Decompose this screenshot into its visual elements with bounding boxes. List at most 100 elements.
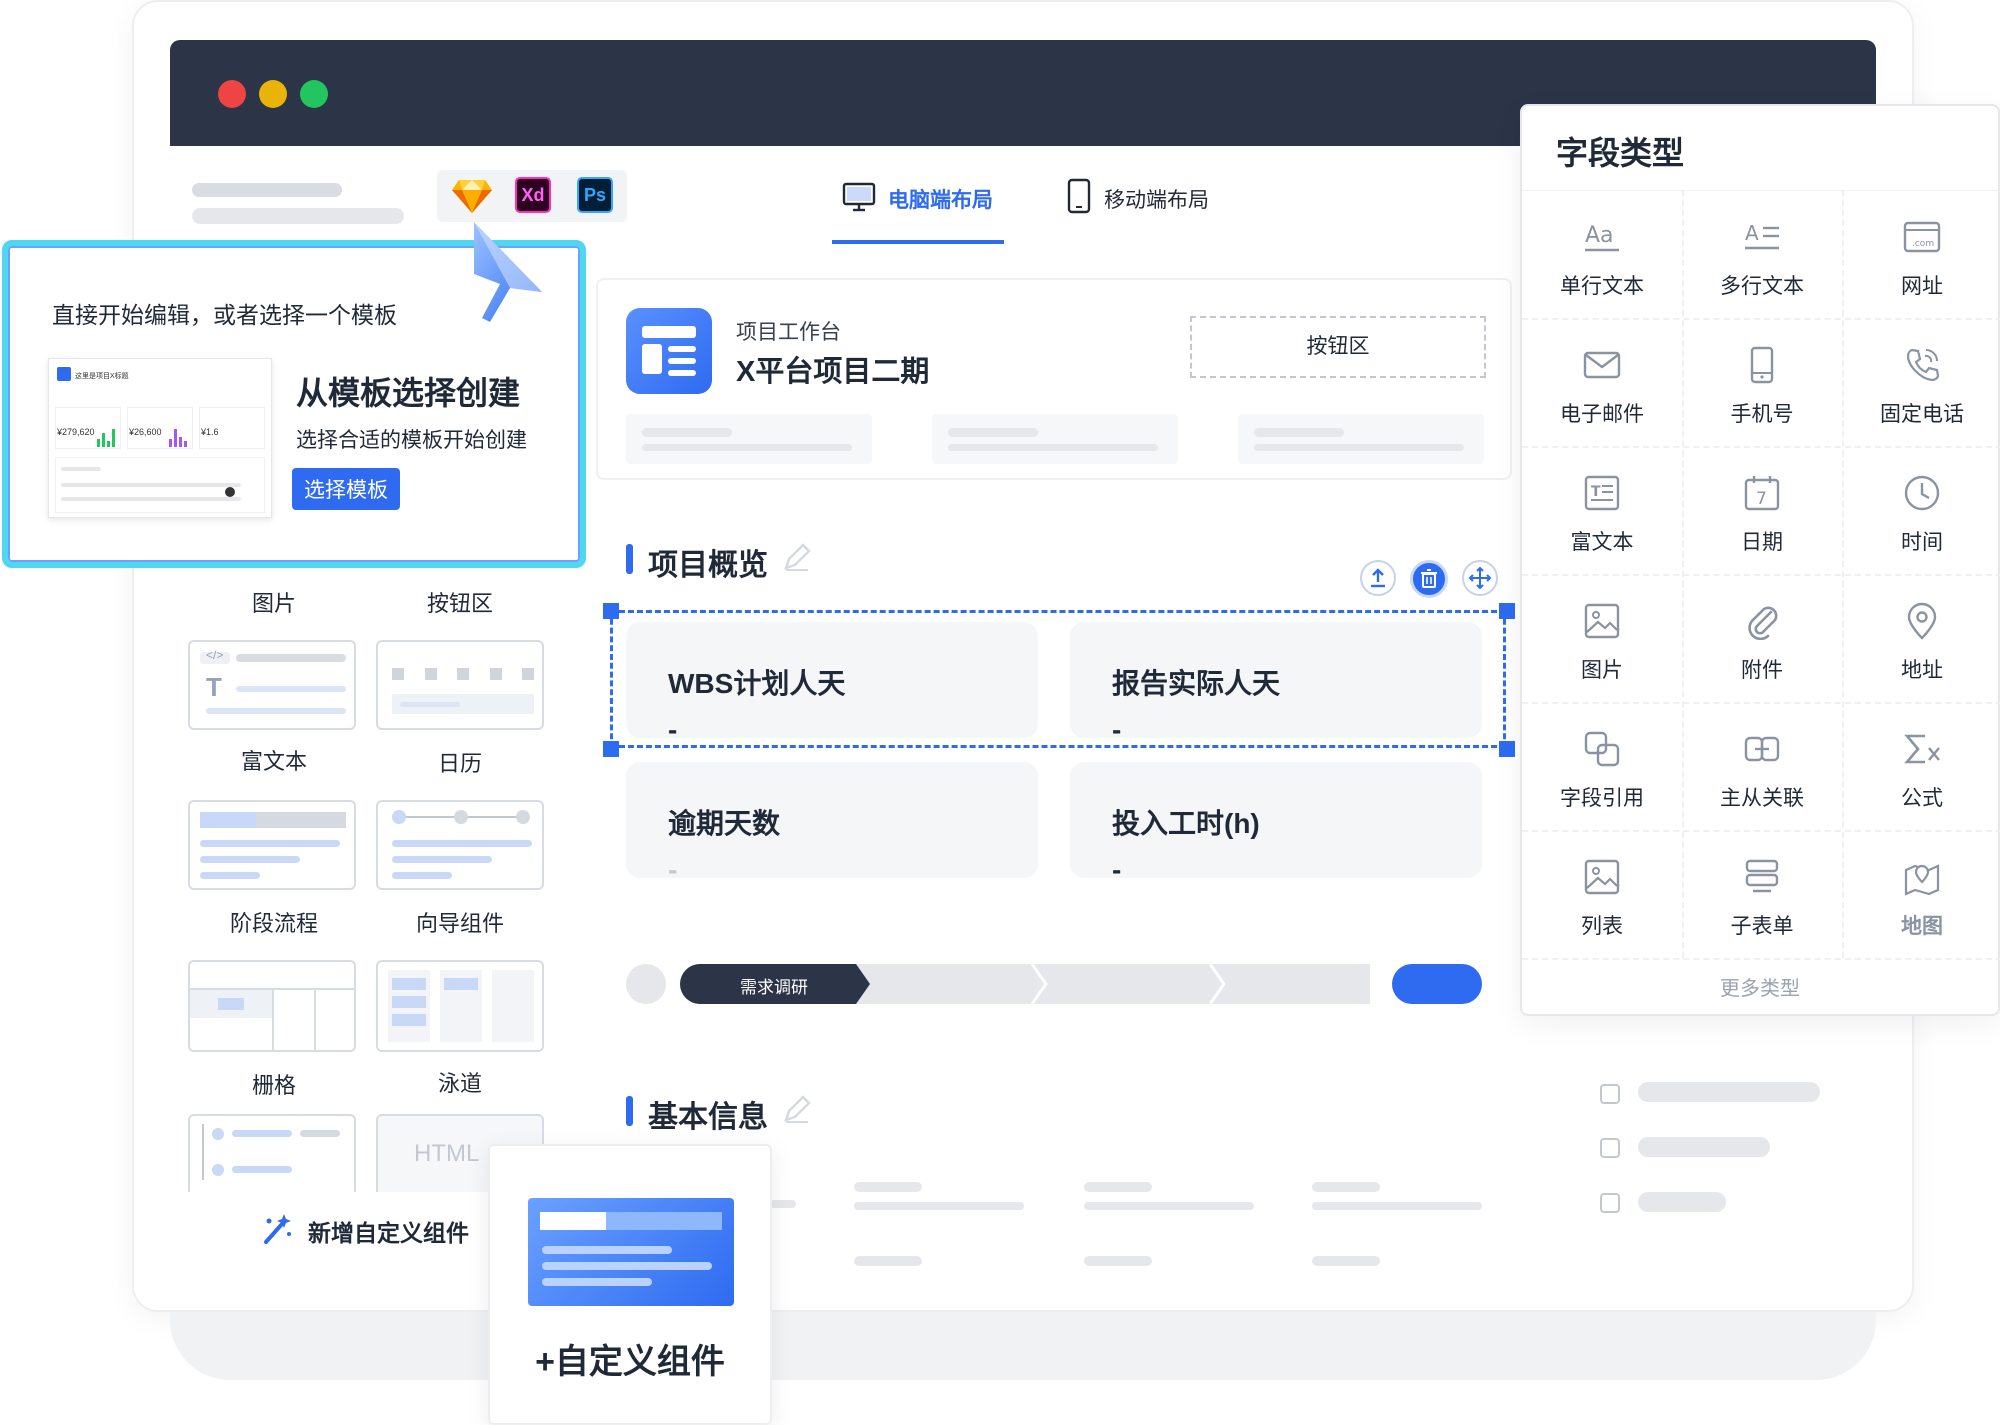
placeholder-bar (1312, 1202, 1482, 1210)
list-image-icon (1584, 859, 1620, 895)
tab-label: 电脑端布局 (888, 189, 993, 212)
stat-card[interactable]: WBS计划人天 - (626, 622, 1038, 745)
sketch-icon[interactable] (451, 178, 493, 214)
upload-icon-button[interactable] (1360, 560, 1396, 596)
svg-text:A: A (1745, 221, 1759, 245)
tab-label: 移动端布局 (1104, 189, 1209, 212)
map-icon (1904, 864, 1940, 896)
field-type-attachment[interactable]: 附件 (1682, 574, 1842, 702)
component-label-stage-flow: 阶段流程 (229, 911, 318, 936)
stat-card[interactable]: 投入工时(h) - (1070, 762, 1482, 885)
field-type-single-line[interactable]: Aa 单行文本 (1522, 190, 1682, 318)
component-richtext[interactable]: </> T (188, 640, 356, 730)
workspace-app-icon (626, 308, 712, 394)
trash-icon (1421, 569, 1437, 588)
field-types-panel: 字段类型 Aa 单行文本 A 多行文本 .com 网址 电子邮件 手机号 固定电话 T… (1520, 104, 2000, 1016)
move-icon-button[interactable] (1462, 560, 1498, 596)
field-types-title: 字段类型 (1556, 135, 1685, 171)
stat-value: - (1112, 714, 1122, 745)
resize-handle[interactable] (1499, 603, 1515, 619)
custom-component-card[interactable]: +自定义组件 (488, 1144, 772, 1425)
field-type-mobile[interactable]: 手机号 (1682, 318, 1842, 446)
tab-mobile-layout[interactable]: 移动端布局 (1060, 170, 1232, 244)
field-type-richtext[interactable]: T 富文本 (1522, 446, 1682, 574)
field-type-address[interactable]: 地址 (1842, 574, 2000, 702)
placeholder-bar (770, 1200, 796, 1208)
component-tree[interactable] (188, 1114, 356, 1192)
field-type-master-detail[interactable]: 主从关联 (1682, 702, 1842, 830)
url-icon: .com (1903, 221, 1941, 253)
close-dot[interactable] (218, 80, 246, 108)
button-area-placeholder[interactable]: 按钮区 (1190, 316, 1486, 378)
component-calendar[interactable] (376, 640, 544, 730)
field-type-url[interactable]: .com 网址 (1842, 190, 2000, 318)
placeholder-bar (1084, 1202, 1254, 1210)
tab-desktop-layout[interactable]: 电脑端布局 (832, 170, 1004, 244)
placeholder-bar (854, 1182, 922, 1192)
image-icon (1584, 603, 1620, 639)
checkbox[interactable] (1600, 1138, 1620, 1158)
magic-wand-icon (264, 1214, 291, 1244)
edit-icon[interactable] (782, 542, 812, 572)
field-type-formula[interactable]: 公式 (1842, 702, 2000, 830)
section-title-basic-info: 基本信息 (626, 1092, 811, 1136)
stat-card[interactable]: 逾期天数 - (626, 762, 1038, 885)
field-type-subform[interactable]: 子表单 (1682, 830, 1842, 958)
custom-component-preview (528, 1198, 734, 1306)
component-wizard[interactable] (376, 800, 544, 890)
field-type-email[interactable]: 电子邮件 (1522, 318, 1682, 446)
field-type-field-reference[interactable]: 字段引用 (1522, 702, 1682, 830)
workspace-header-card: 项目工作台 X平台项目二期 按钮区 (596, 278, 1512, 480)
component-label-grid: 栅格 (251, 1073, 296, 1098)
add-custom-label: 新增自定义组件 (308, 1220, 469, 1246)
choose-template-button[interactable]: 选择模板 (292, 468, 400, 510)
field-type-date[interactable]: 7 日期 (1682, 446, 1842, 574)
component-swimlane[interactable] (376, 960, 544, 1052)
placeholder-bar (1638, 1082, 1820, 1102)
placeholder-bar (1638, 1137, 1770, 1157)
template-subtitle: 选择合适的模板开始创建 (296, 429, 527, 452)
xd-icon[interactable]: Xd (515, 177, 551, 213)
stage-action-button[interactable] (1392, 964, 1482, 1004)
field-type-time[interactable]: 时间 (1842, 446, 2000, 574)
calendar-icon: 7 (1744, 476, 1780, 511)
stat-label: 逾期天数 (668, 808, 781, 839)
stat-value: - (668, 714, 678, 745)
maximize-dot[interactable] (300, 80, 328, 108)
resize-handle[interactable] (1499, 741, 1515, 757)
placeholder-bar (854, 1256, 922, 1266)
photoshop-icon[interactable]: Ps (577, 177, 613, 213)
checkbox[interactable] (1600, 1193, 1620, 1213)
phone-icon (1067, 178, 1091, 214)
resize-handle[interactable] (603, 741, 619, 757)
svg-text:7: 7 (1756, 489, 1767, 509)
placeholder-bar (1084, 1182, 1152, 1192)
field-type-multi-line[interactable]: A 多行文本 (1682, 190, 1842, 318)
component-label-swimlane: 泳道 (437, 1071, 482, 1096)
component-stage-flow[interactable] (188, 800, 356, 890)
component-grid[interactable] (188, 960, 356, 1052)
checkbox[interactable] (1600, 1084, 1620, 1104)
component-label-button-area: 按钮区 (426, 591, 493, 616)
resize-handle[interactable] (603, 603, 619, 619)
custom-component-label: +自定义组件 (535, 1343, 725, 1381)
link-relation-icon (1744, 736, 1780, 762)
preview-kpi: ¥26,600 (129, 427, 162, 437)
field-type-list[interactable]: 列表 (1522, 830, 1682, 958)
field-reference-icon (1584, 731, 1620, 767)
stat-card[interactable]: 报告实际人天 - (1070, 622, 1482, 745)
edit-icon[interactable] (782, 1094, 812, 1124)
paperclip-icon (1748, 606, 1778, 640)
minimize-dot[interactable] (259, 80, 287, 108)
delete-icon-button[interactable] (1410, 560, 1448, 598)
placeholder-bar (1638, 1192, 1726, 1212)
add-custom-component-button[interactable]: 新增自定义组件 (256, 1210, 496, 1250)
field-type-image[interactable]: 图片 (1522, 574, 1682, 702)
more-types-link[interactable]: 更多类型 (1522, 972, 1998, 1001)
component-label-calendar: 日历 (437, 751, 482, 776)
monitor-icon (842, 182, 876, 212)
field-type-map[interactable]: 地图 (1842, 830, 2000, 958)
html-label: HTML (414, 1140, 480, 1167)
stat-label: 投入工时(h) (1112, 808, 1260, 839)
field-type-landline[interactable]: 固定电话 (1842, 318, 2000, 446)
